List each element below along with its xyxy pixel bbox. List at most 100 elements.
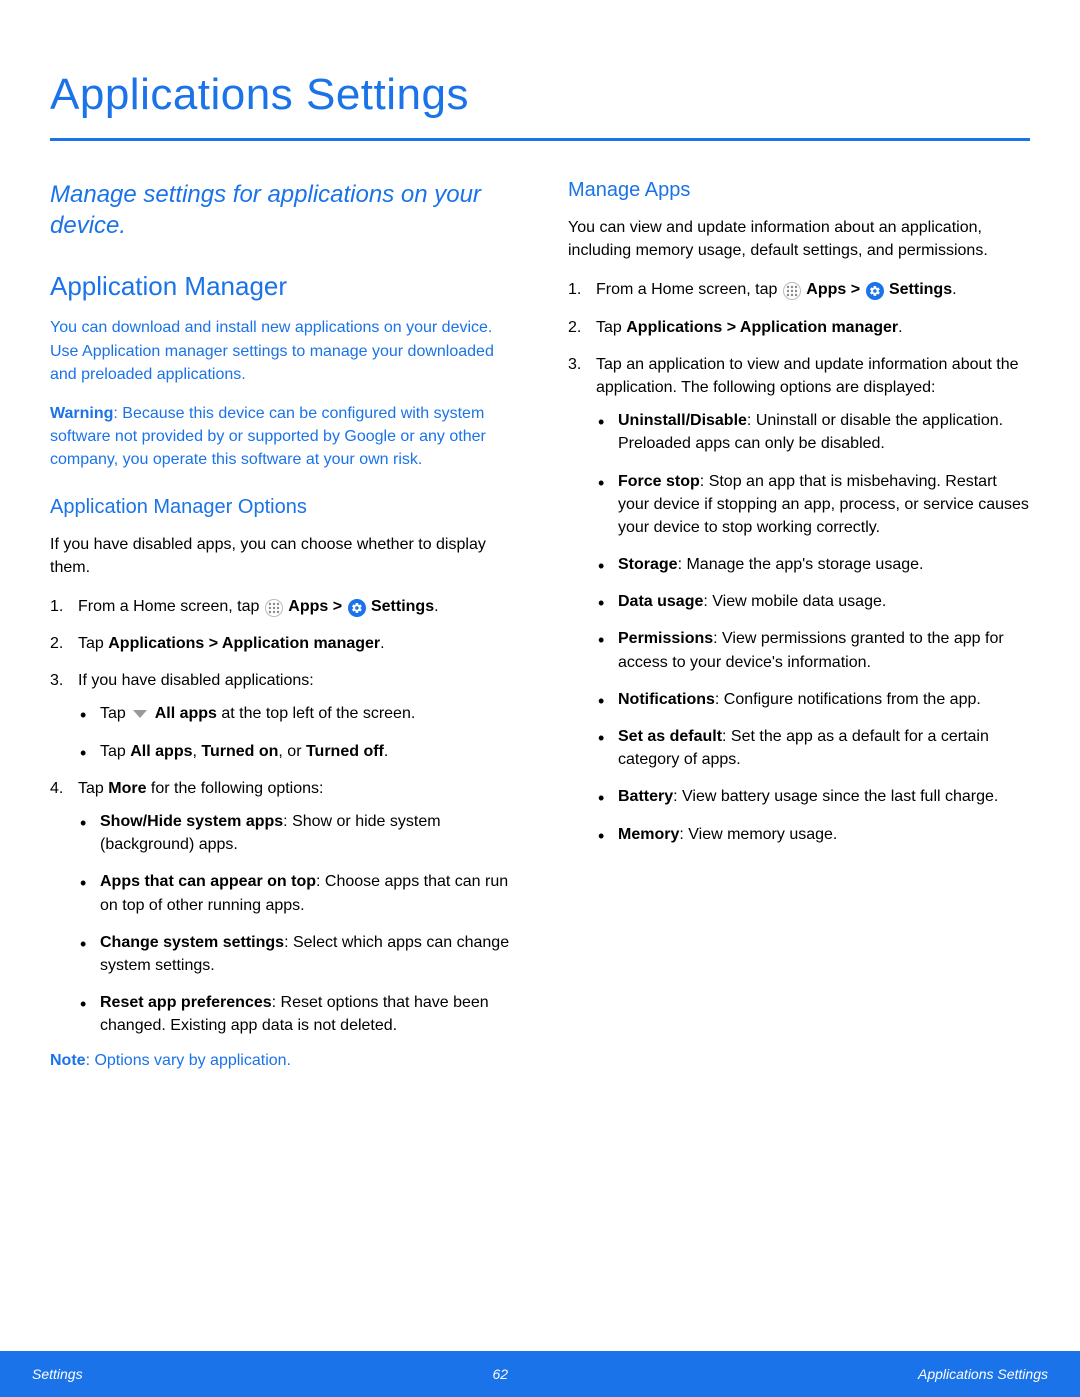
warning-body: : Because this device can be configured …	[50, 405, 486, 468]
heading-app-manager-options: Application Manager Options	[50, 496, 512, 519]
period-r2: .	[898, 319, 902, 336]
rb9-a: Memory	[618, 826, 679, 843]
opt2-a: Apps that can appear on top	[100, 873, 316, 890]
opt-1: Show/Hide system apps: Show or hide syst…	[78, 810, 512, 856]
note-body: : Options vary by application.	[86, 1052, 291, 1069]
step-4: Tap More for the following options: Show…	[50, 777, 512, 1038]
s3b1-c: at the top left of the screen.	[217, 705, 415, 722]
apps-icon	[783, 282, 801, 300]
s3b2-a: Tap	[100, 743, 130, 760]
s3b1-a: Tap	[100, 705, 130, 722]
rb4-b: : View mobile data usage.	[703, 593, 886, 610]
gt-r: >	[846, 281, 864, 298]
rb1-a: Uninstall/Disable	[618, 412, 747, 429]
document-page: Applications Settings Manage settings fo…	[0, 0, 1080, 1397]
step3-bullet-2: Tap All apps, Turned on, or Turned off.	[78, 740, 512, 763]
steps-list-left: From a Home screen, tap Apps > Settings.…	[50, 595, 512, 1038]
opt-4: Reset app preferences: Reset options tha…	[78, 991, 512, 1037]
rb4-a: Data usage	[618, 593, 703, 610]
warning-label: Warning	[50, 405, 113, 422]
rstep-3: Tap an application to view and update in…	[568, 353, 1030, 846]
rstep2-a: Tap	[596, 319, 626, 336]
step3-text: If you have disabled applications:	[78, 672, 314, 689]
rb-8: Battery: View battery usage since the la…	[596, 785, 1030, 808]
page-title: Applications Settings	[50, 70, 1030, 120]
rb-7: Set as default: Set the app as a default…	[596, 725, 1030, 771]
settings-icon	[348, 599, 366, 617]
rb5-a: Permissions	[618, 630, 713, 647]
apps-icon	[265, 599, 283, 617]
step-3: If you have disabled applications: Tap A…	[50, 669, 512, 763]
rstep3-text: Tap an application to view and update in…	[596, 356, 1019, 396]
step3-bullets: Tap All apps at the top left of the scre…	[78, 702, 512, 762]
period-2: .	[380, 635, 384, 652]
apps-label: Apps	[806, 281, 846, 298]
opt-2: Apps that can appear on top: Choose apps…	[78, 870, 512, 916]
step4-c: for the following options:	[146, 780, 323, 797]
note-label: Note	[50, 1052, 86, 1069]
footer-right: Applications Settings	[918, 1366, 1048, 1382]
s3b1-b: All apps	[155, 705, 217, 722]
step3-bullet-1: Tap All apps at the top left of the scre…	[78, 702, 512, 725]
rb-4: Data usage: View mobile data usage.	[596, 590, 1030, 613]
opt4-a: Reset app preferences	[100, 994, 272, 1011]
heading-app-manager: Application Manager	[50, 271, 512, 302]
footer-page-number: 62	[493, 1366, 509, 1382]
content-columns: Manage settings for applications on your…	[50, 179, 1030, 1070]
rstep1-a: From a Home screen, tap	[596, 281, 782, 298]
step2-text-b: Applications > Application manager	[108, 635, 380, 652]
rb7-a: Set as default	[618, 728, 722, 745]
rb-5: Permissions: View permissions granted to…	[596, 627, 1030, 673]
steps-list-right: From a Home screen, tap Apps > Settings.…	[568, 278, 1030, 845]
rstep-1: From a Home screen, tap Apps > Settings.	[568, 278, 1030, 301]
rstep-2: Tap Applications > Application manager.	[568, 316, 1030, 339]
intro-text: Manage settings for applications on your…	[50, 179, 512, 241]
step4-a: Tap	[78, 780, 108, 797]
step-2: Tap Applications > Application manager.	[50, 632, 512, 655]
rb8-b: : View battery usage since the last full…	[673, 788, 998, 805]
rb2-a: Force stop	[618, 473, 700, 490]
step2-text-a: Tap	[78, 635, 108, 652]
s3b2-f: Turned off	[306, 743, 384, 760]
gt-1: >	[328, 598, 346, 615]
s3b2-d: Turned on	[201, 743, 278, 760]
period-r1: .	[952, 281, 956, 298]
chevron-down-icon	[132, 708, 148, 720]
right-column: Manage Apps You can view and update info…	[568, 179, 1030, 1070]
step1-text-a: From a Home screen, tap	[78, 598, 264, 615]
rb3-b: : Manage the app's storage usage.	[678, 556, 924, 573]
s3b2-e: , or	[278, 743, 306, 760]
settings-label: Settings	[889, 281, 952, 298]
rb8-a: Battery	[618, 788, 673, 805]
app-manager-intro: You can download and install new applica…	[50, 316, 512, 386]
s3b2-b: All apps	[130, 743, 192, 760]
footer-bar: Settings 62 Applications Settings	[0, 1351, 1080, 1397]
step4-bullets: Show/Hide system apps: Show or hide syst…	[78, 810, 512, 1038]
rb-3: Storage: Manage the app's storage usage.	[596, 553, 1030, 576]
opt1-a: Show/Hide system apps	[100, 813, 283, 830]
step4-b: More	[108, 780, 146, 797]
note-text: Note: Options vary by application.	[50, 1052, 512, 1070]
rb6-a: Notifications	[618, 691, 715, 708]
options-intro: If you have disabled apps, you can choos…	[50, 533, 512, 579]
rstep3-bullets: Uninstall/Disable: Uninstall or disable …	[596, 409, 1030, 846]
opt-3: Change system settings: Select which app…	[78, 931, 512, 977]
title-divider	[50, 138, 1030, 141]
rb9-b: : View memory usage.	[679, 826, 837, 843]
rb-9: Memory: View memory usage.	[596, 823, 1030, 846]
warning-text: Warning: Because this device can be conf…	[50, 402, 512, 472]
heading-manage-apps: Manage Apps	[568, 179, 1030, 202]
left-column: Manage settings for applications on your…	[50, 179, 512, 1070]
rstep2-b: Applications > Application manager	[626, 319, 898, 336]
settings-label: Settings	[371, 598, 434, 615]
settings-icon	[866, 282, 884, 300]
apps-label: Apps	[288, 598, 328, 615]
period-3: .	[384, 743, 388, 760]
rb3-a: Storage	[618, 556, 678, 573]
opt3-a: Change system settings	[100, 934, 284, 951]
footer-left: Settings	[32, 1366, 83, 1382]
rb-6: Notifications: Configure notifications f…	[596, 688, 1030, 711]
rb-2: Force stop: Stop an app that is misbehav…	[596, 470, 1030, 540]
manage-apps-intro: You can view and update information abou…	[568, 216, 1030, 262]
step-1: From a Home screen, tap Apps > Settings.	[50, 595, 512, 618]
